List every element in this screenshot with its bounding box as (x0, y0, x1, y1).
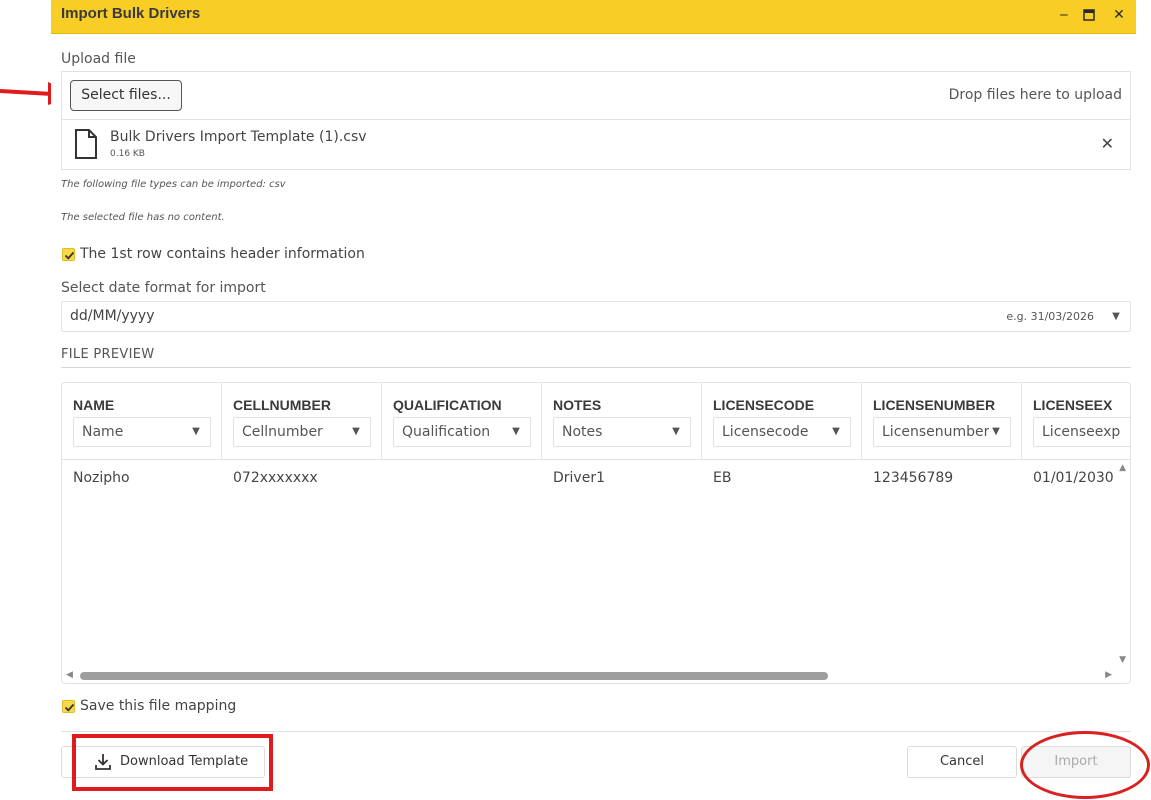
drop-files-hint: Drop files here to upload (948, 87, 1122, 103)
date-format-example: e.g. 31/03/2026 (1006, 310, 1094, 323)
checkbox-check-icon (64, 703, 75, 712)
highlight-box-annotation (72, 734, 273, 791)
column-mapping-value: Licensenumber (882, 424, 990, 440)
column-header: NOTES (553, 397, 602, 413)
dropdown-arrow-icon[interactable]: ▼ (662, 418, 690, 446)
select-files-button[interactable]: Select files... (70, 80, 182, 111)
column-notes: NOTES Notes ▼ (542, 383, 702, 459)
column-header: LICENSECODE (713, 397, 815, 413)
dropdown-arrow-icon[interactable]: ▼ (822, 418, 850, 446)
scroll-up-icon[interactable]: ▲ (1119, 463, 1126, 473)
column-cellnumber: CELLNUMBER Cellnumber ▼ (222, 383, 382, 459)
column-qualification: QUALIFICATION Qualification ▼ (382, 383, 542, 459)
upload-dropzone[interactable]: Select files... Drop files here to uploa… (62, 72, 1130, 120)
uploaded-file-size: 0.16 KB (110, 149, 145, 159)
checkbox-check-icon (64, 251, 75, 260)
column-mapping-value: Licenseexp (1042, 424, 1121, 440)
column-header: LICENSENUMBER (873, 397, 996, 413)
column-name: NAME Name ▼ (62, 383, 222, 459)
header-row-checkbox[interactable] (62, 248, 75, 261)
column-licensecode: LICENSECODE Licensecode ▼ (702, 383, 862, 459)
column-mapping-value: Name (82, 424, 124, 440)
save-mapping-label: Save this file mapping (80, 698, 237, 714)
highlight-ellipse-annotation (1020, 731, 1150, 799)
file-preview-title: FILE PREVIEW (61, 347, 155, 362)
column-mapping-dropdown[interactable]: Licensecode ▼ (713, 417, 851, 447)
table-cell: 123456789 (873, 470, 954, 486)
date-format-dropdown[interactable]: dd/MM/yyyy e.g. 31/03/2026 ▼ (61, 301, 1131, 332)
column-mapping-dropdown[interactable]: Notes ▼ (553, 417, 691, 447)
allowed-file-types-note: The following file types can be imported… (61, 179, 286, 190)
column-header: NAME (73, 397, 115, 413)
column-mapping-value: Notes (562, 424, 603, 440)
table-cell: EB (713, 470, 732, 486)
column-mapping-dropdown[interactable]: Cellnumber ▼ (233, 417, 371, 447)
upload-file-label: Upload file (61, 51, 136, 67)
maximize-icon[interactable] (1078, 4, 1100, 26)
column-mapping-dropdown[interactable]: Licensenumber ▼ (873, 417, 1011, 447)
date-format-value: dd/MM/yyyy (70, 308, 155, 324)
horizontal-scrollbar-thumb[interactable] (80, 672, 828, 680)
column-mapping-value: Licensecode (722, 424, 809, 440)
column-mapping-dropdown[interactable]: Licenseexp (1033, 417, 1130, 447)
column-mapping-dropdown[interactable]: Qualification ▼ (393, 417, 531, 447)
dropdown-arrow-icon[interactable]: ▼ (982, 418, 1010, 446)
column-header: QUALIFICATION (393, 397, 502, 413)
dropdown-arrow-icon[interactable]: ▼ (502, 418, 530, 446)
dropdown-arrow-icon[interactable]: ▼ (182, 418, 210, 446)
footer-divider (61, 731, 1131, 732)
column-mapping-dropdown[interactable]: Name ▼ (73, 417, 211, 447)
table-cell: 01/01/2030 (1033, 470, 1114, 486)
scroll-right-icon[interactable]: ▶ (1105, 670, 1112, 680)
minimize-icon[interactable]: ‒ (1053, 4, 1075, 26)
column-licensenumber: LICENSENUMBER Licensenumber ▼ (862, 383, 1022, 459)
uploaded-file-name: Bulk Drivers Import Template (1).csv (110, 129, 367, 145)
dropdown-arrow-icon[interactable]: ▼ (342, 418, 370, 446)
close-icon[interactable]: ✕ (1108, 4, 1130, 26)
column-mapping-value: Cellnumber (242, 424, 323, 440)
upload-area: Select files... Drop files here to uploa… (61, 71, 1131, 170)
scroll-down-icon[interactable]: ▼ (1119, 655, 1126, 665)
remove-file-icon[interactable]: ✕ (1101, 134, 1114, 153)
table-cell: Nozipho (73, 470, 130, 486)
table-cell: 072xxxxxxx (233, 470, 318, 486)
date-format-label: Select date format for import (61, 280, 266, 296)
file-icon (74, 129, 98, 163)
table-cell: Driver1 (553, 470, 605, 486)
file-content-note: The selected file has no content. (61, 212, 225, 223)
scroll-left-icon[interactable]: ◀ (66, 670, 73, 680)
dropdown-arrow-icon[interactable]: ▼ (1102, 302, 1130, 331)
file-preview-grid: NAME Name ▼ CELLNUMBER Cellnumber ▼ QUAL… (61, 382, 1131, 684)
dialog-title: Import Bulk Drivers (61, 5, 201, 22)
column-licenseexpiry: LICENSEEX Licenseexp (1022, 383, 1130, 459)
save-mapping-checkbox[interactable] (62, 700, 75, 713)
import-bulk-drivers-dialog: Import Bulk Drivers ‒ ✕ Upload file Sele… (51, 0, 1136, 800)
header-row-label: The 1st row contains header information (80, 246, 365, 262)
column-header: LICENSEEX (1033, 397, 1113, 413)
cancel-button[interactable]: Cancel (907, 746, 1017, 778)
column-header: CELLNUMBER (233, 397, 331, 413)
column-mapping-value: Qualification (402, 424, 491, 440)
section-divider (61, 367, 1131, 368)
dialog-titlebar: Import Bulk Drivers ‒ ✕ (51, 0, 1136, 34)
grid-header: NAME Name ▼ CELLNUMBER Cellnumber ▼ QUAL… (62, 383, 1130, 460)
